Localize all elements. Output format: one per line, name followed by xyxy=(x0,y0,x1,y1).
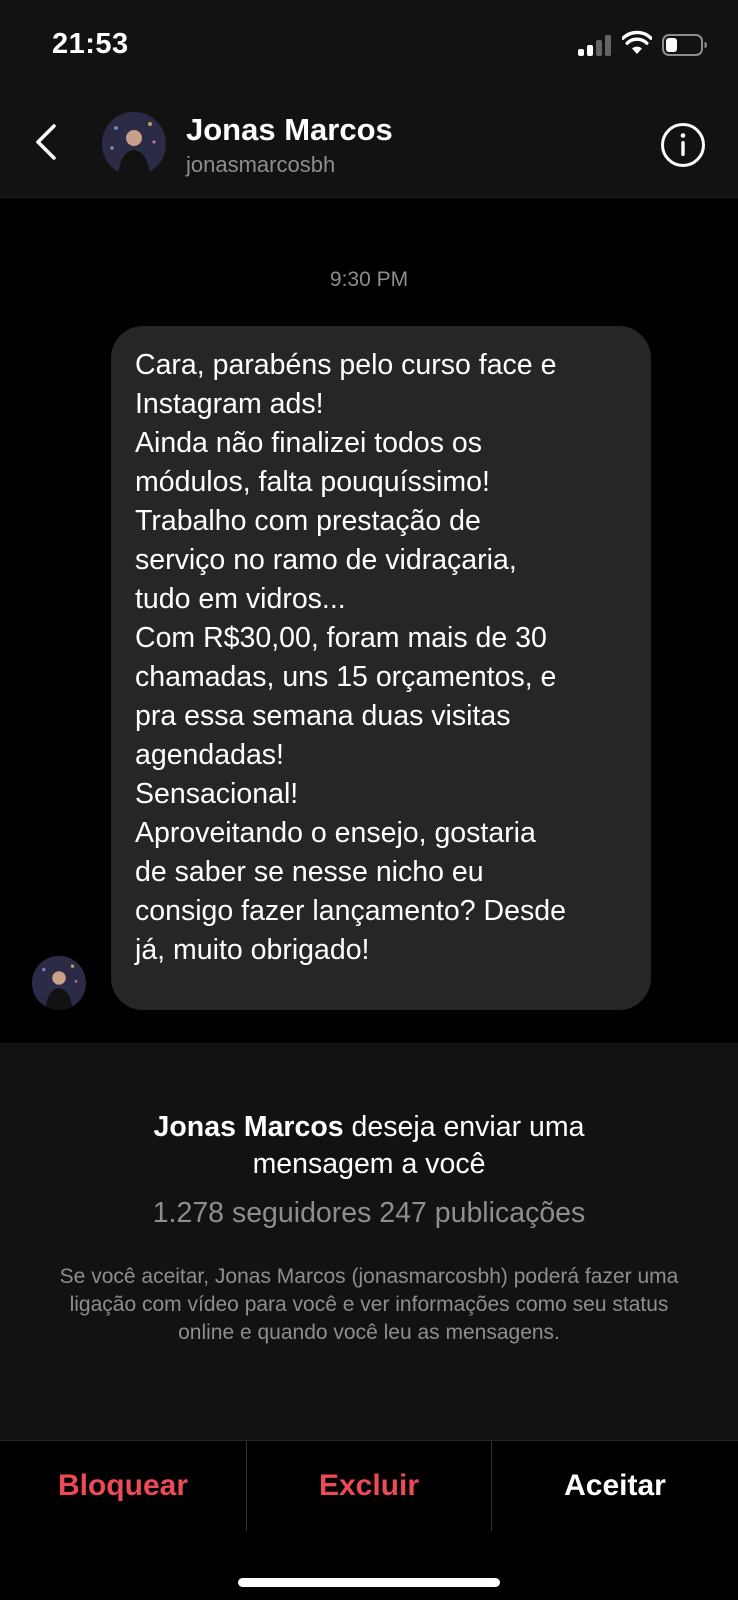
request-sender-name: Jonas Marcos xyxy=(153,1111,344,1143)
accept-button[interactable]: Aceitar xyxy=(492,1441,738,1531)
status-time: 21:53 xyxy=(52,28,129,60)
message-thread[interactable]: 9:30 PM Cara, parabéns pelo curso face e… xyxy=(0,198,738,1043)
request-title-rest: deseja enviar uma xyxy=(343,1111,585,1143)
request-actions: Bloquear Excluir Aceitar xyxy=(0,1440,738,1600)
home-indicator[interactable] xyxy=(238,1578,500,1587)
message-bubble[interactable]: Cara, parabéns pelo curso face e Instagr… xyxy=(111,326,651,1010)
wifi-icon xyxy=(622,30,652,54)
conversation-header: Jonas Marcos jonasmarcosbh xyxy=(0,90,738,198)
message-line: tudo em vidros... xyxy=(135,583,346,615)
signal-icon xyxy=(578,34,614,56)
delete-button[interactable]: Excluir xyxy=(246,1441,492,1531)
status-bar: 21:53 xyxy=(0,0,738,90)
message-line: Aproveitando o ensejo, gostaria xyxy=(135,817,536,849)
message-line: já, muito obrigado! xyxy=(135,934,370,966)
message-line: Instagram ads! xyxy=(135,388,324,420)
message-line: de saber se nesse nicho eu xyxy=(135,856,484,888)
message-line: agendadas! xyxy=(135,739,284,771)
back-chevron-icon[interactable] xyxy=(30,120,66,164)
avatar[interactable] xyxy=(102,112,166,176)
contact-username: jonasmarcosbh xyxy=(186,152,336,177)
message-line: chamadas, uns 15 orçamentos, e xyxy=(135,661,557,693)
message-line: Com R$30,00, foram mais de 30 xyxy=(135,622,547,654)
request-notice: Se você aceitar, Jonas Marcos (jonasmarc… xyxy=(59,1265,679,1344)
contact-name: Jonas Marcos xyxy=(186,112,393,147)
request-title-line2: mensagem a você xyxy=(252,1148,486,1180)
battery-icon xyxy=(662,34,707,56)
message-line: pra essa semana duas visitas xyxy=(135,700,511,732)
message-line: Cara, parabéns pelo curso face e xyxy=(135,349,557,381)
info-icon[interactable] xyxy=(660,122,706,168)
message-timestamp: 9:30 PM xyxy=(329,268,409,291)
message-line: Trabalho com prestação de xyxy=(135,505,481,537)
message-line: Sensacional! xyxy=(135,778,299,810)
message-request-panel: Jonas Marcos deseja enviar uma mensagem … xyxy=(0,1043,738,1440)
message-line: Ainda não finalizei todos os xyxy=(135,427,482,459)
sender-avatar[interactable] xyxy=(32,956,86,1010)
message-line: módulos, falta pouquíssimo! xyxy=(135,466,490,498)
request-title: Jonas Marcos deseja enviar uma mensagem … xyxy=(0,1109,738,1183)
message-line: consigo fazer lançamento? Desde xyxy=(135,895,566,927)
block-button[interactable]: Bloquear xyxy=(0,1441,246,1531)
sender-stats: 1.278 seguidores 247 publicações xyxy=(152,1197,586,1229)
message-line: serviço no ramo de vidraçaria, xyxy=(135,544,517,576)
